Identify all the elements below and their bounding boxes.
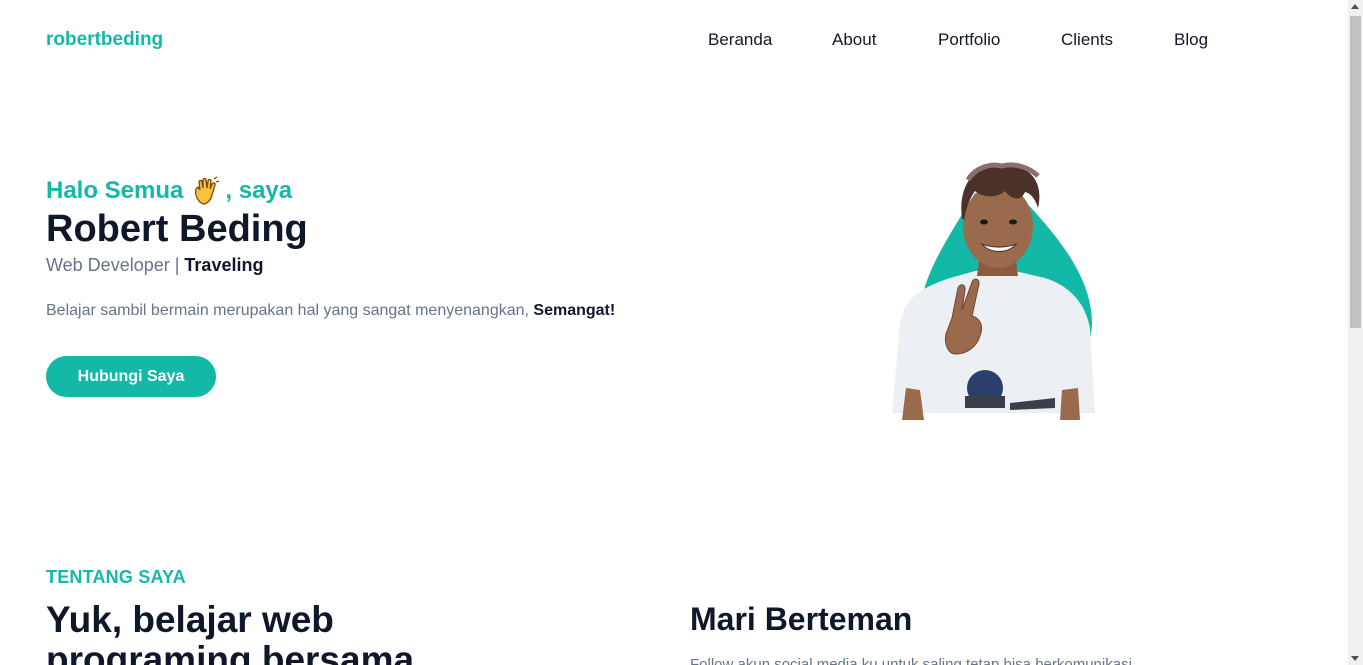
nav-link-beranda[interactable]: Beranda	[708, 30, 772, 50]
nav-link-blog[interactable]: Blog	[1174, 30, 1208, 50]
hero-role: Web Developer | Traveling	[46, 255, 263, 276]
greeting-suffix: , saya	[225, 177, 293, 204]
about-kicker: TENTANG SAYA	[46, 567, 186, 587]
scroll-up-arrow-icon[interactable]	[1351, 4, 1359, 9]
page: robertbeding Beranda About Portfolio Cli…	[0, 0, 1363, 665]
nav-link-portfolio[interactable]: Portfolio	[938, 30, 1000, 50]
scroll-down-arrow-icon[interactable]	[1351, 656, 1359, 661]
about-title: Yuk, belajar web programing bersama	[46, 599, 415, 665]
hero-description: Belajar sambil bermain merupakan hal yan…	[46, 302, 615, 320]
friends-text: Follow akun social media ku untuk saling…	[690, 656, 1132, 665]
greeting-prefix: Halo Semua	[46, 177, 184, 204]
header: robertbeding Beranda About Portfolio Cli…	[0, 0, 1348, 80]
nav-link-about[interactable]: About	[832, 30, 876, 50]
hero-profile-photo	[880, 158, 1110, 420]
scroll-thumb[interactable]	[1350, 16, 1361, 328]
friends-title: Mari Berteman	[690, 601, 913, 637]
waving-hand-icon	[191, 176, 221, 206]
nav-link-clients[interactable]: Clients	[1061, 30, 1113, 50]
contact-button[interactable]: Hubungi Saya	[46, 356, 216, 397]
hero-name: Robert Beding	[46, 208, 308, 250]
description-highlight: Semangat!	[533, 302, 616, 319]
page-scrollbar[interactable]	[1348, 0, 1363, 665]
hero-greeting: Halo Semua , saya	[46, 176, 292, 206]
role-highlight: Traveling	[184, 255, 264, 275]
site-logo[interactable]: robertbeding	[46, 29, 163, 51]
role-text: Web Developer |	[46, 255, 185, 275]
description-text: Belajar sambil bermain merupakan hal yan…	[46, 302, 534, 319]
